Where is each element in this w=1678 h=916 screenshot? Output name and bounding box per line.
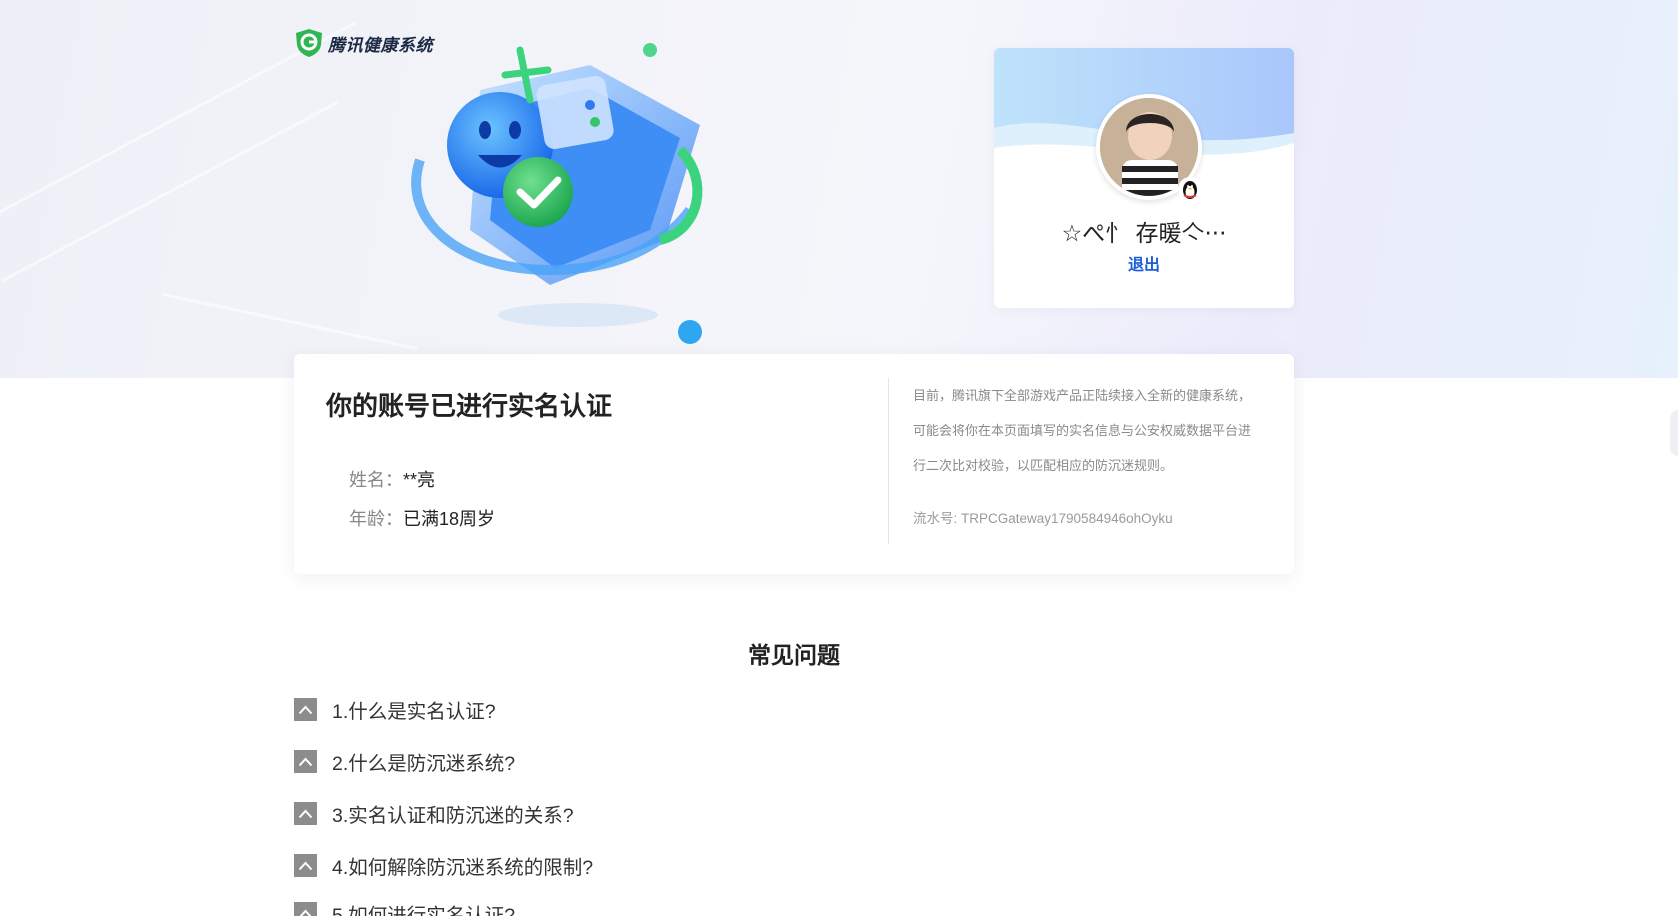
- qq-penguin-icon: [1178, 177, 1202, 201]
- user-card: ☆ぺ忄 存暖亽··· 退出: [994, 48, 1294, 308]
- faq-item[interactable]: 1.什么是实名认证?: [294, 695, 496, 724]
- verification-card: 你的账号已进行实名认证 姓名：**亮 年龄：已满18周岁 目前，腾讯旗下全部游戏…: [294, 354, 1294, 574]
- verified-shield-illustration: [411, 43, 703, 344]
- name-value: **亮: [403, 470, 436, 490]
- health-system-notice: 目前，腾讯旗下全部游戏产品正陆续接入全新的健康系统，可能会将你在本页面填写的实名…: [913, 388, 1252, 473]
- tencent-health-shield-icon: [296, 29, 322, 57]
- faq-item[interactable]: 2.什么是防沉迷系统?: [294, 747, 515, 776]
- faq-item[interactable]: 5.如何进行实名认证?: [294, 899, 515, 916]
- faq-question: 1.什么是实名认证?: [332, 701, 496, 723]
- age-value: 已满18周岁: [403, 509, 496, 529]
- decor-stripe: [1, 100, 339, 283]
- user-nickname: ☆ぺ忄 存暖亽···: [1061, 221, 1227, 247]
- card-divider: [888, 378, 889, 544]
- side-feedback-tab[interactable]: [1670, 410, 1678, 456]
- chevron-up-icon[interactable]: [294, 750, 317, 773]
- info-row-age: 年龄：已满18周岁: [349, 505, 495, 531]
- faq-title: 常见问题: [748, 642, 840, 668]
- name-label: 姓名：: [349, 470, 403, 490]
- chevron-up-icon[interactable]: [294, 802, 317, 825]
- decor-stripe: [162, 293, 418, 350]
- verification-title: 你的账号已进行实名认证: [326, 391, 613, 421]
- faq-question: 5.如何进行实名认证?: [332, 905, 516, 916]
- serial-number: 流水号: TRPCGateway1790584946ohOyku: [913, 511, 1173, 526]
- chevron-up-icon[interactable]: [294, 698, 317, 721]
- chevron-up-icon[interactable]: [294, 854, 317, 877]
- faq-item[interactable]: 3.实名认证和防沉迷的关系?: [294, 799, 574, 828]
- logout-button[interactable]: 退出: [994, 251, 1294, 275]
- chevron-up-icon[interactable]: [294, 902, 317, 916]
- faq-question: 2.什么是防沉迷系统?: [332, 753, 516, 775]
- faq-question: 4.如何解除防沉迷系统的限制?: [332, 857, 594, 879]
- age-label: 年龄：: [349, 509, 403, 529]
- faq-question: 3.实名认证和防沉迷的关系?: [332, 805, 574, 827]
- faq-item[interactable]: 4.如何解除防沉迷系统的限制?: [294, 851, 593, 880]
- info-row-name: 姓名：**亮: [349, 466, 435, 492]
- hero-banner: 腾讯健康系统 ☆ぺ忄 存暖亽··· 退出: [0, 0, 1678, 378]
